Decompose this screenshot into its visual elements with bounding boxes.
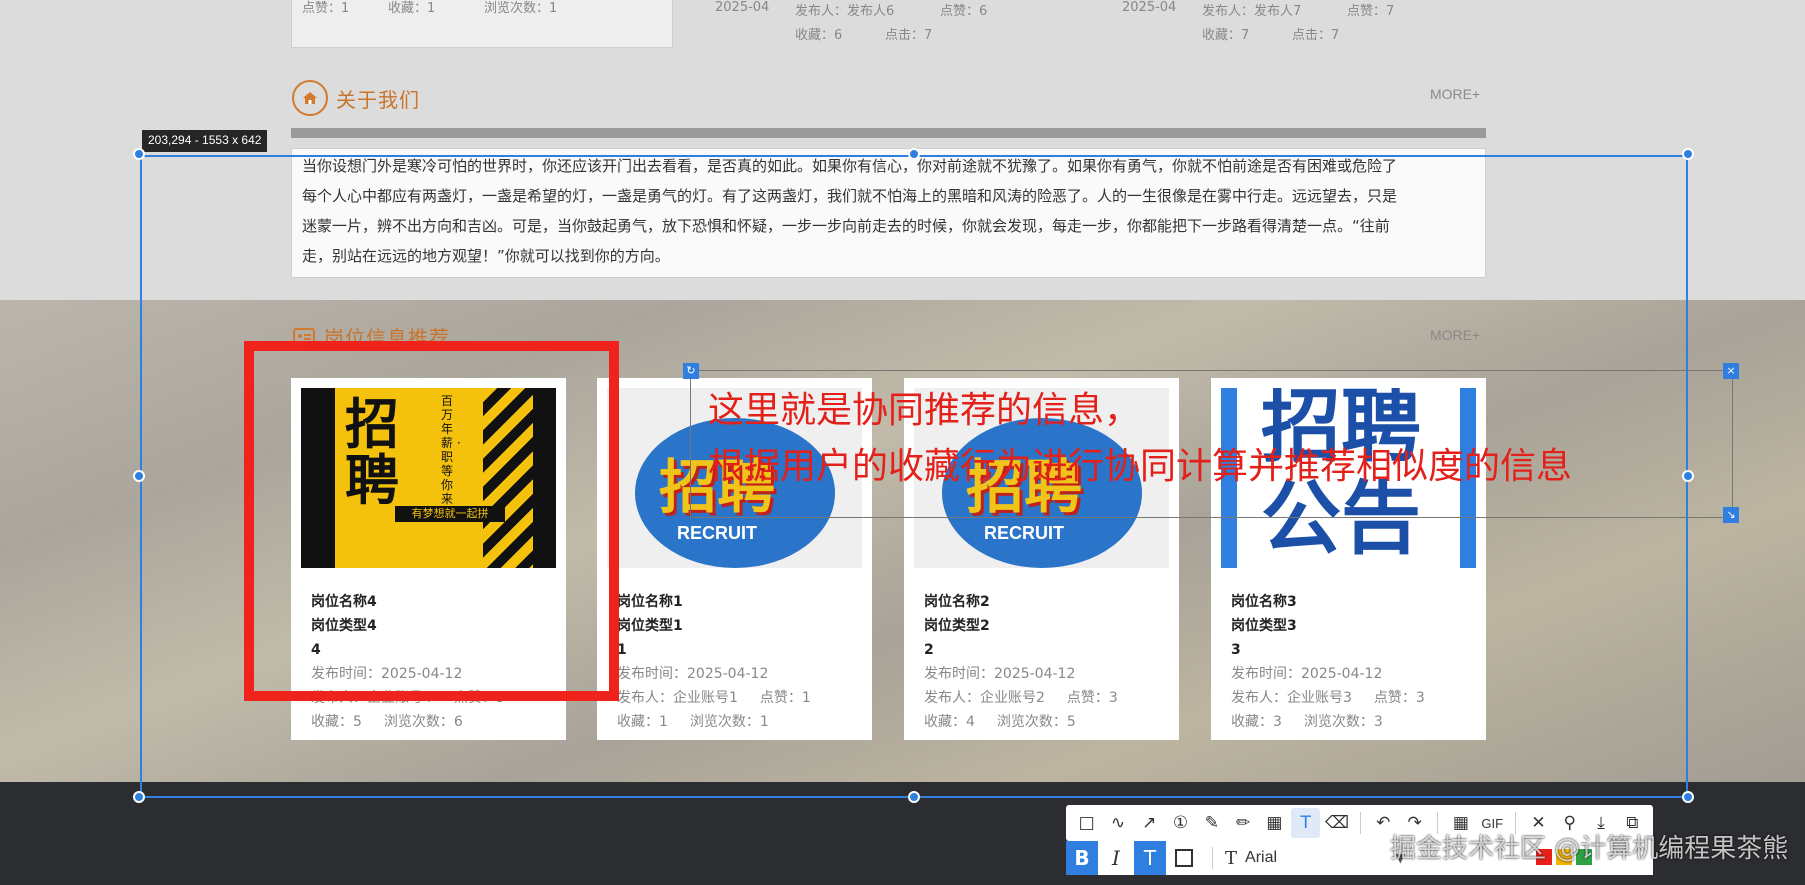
resize-handle-top-right[interactable] bbox=[1682, 148, 1694, 160]
highlight-rectangle[interactable] bbox=[244, 341, 619, 701]
rotate-icon[interactable]: ↻ bbox=[683, 363, 699, 379]
font-selector[interactable]: T Arial ▼ bbox=[1225, 848, 1405, 869]
number-icon[interactable]: ① bbox=[1166, 808, 1195, 838]
top-card-left-fav: 收藏：1 bbox=[388, 1, 436, 16]
top-card-right[interactable]: 2025-04 发布人：发布人7 点赞：7 收藏：7 点击：7 bbox=[1102, 0, 1482, 48]
top-card-right-views: 点击：7 bbox=[1292, 28, 1340, 43]
resize-corner-icon[interactable]: ↘ bbox=[1723, 507, 1739, 523]
toolbar-divider bbox=[1212, 847, 1213, 869]
about-more-link[interactable]: MORE+ bbox=[1430, 86, 1480, 102]
annotation-line-1[interactable]: 这里就是协同推荐的信息， bbox=[708, 383, 1140, 439]
arrow-icon[interactable]: ↗ bbox=[1135, 808, 1164, 838]
text-outline-button[interactable]: T bbox=[1134, 841, 1166, 875]
resize-handle-bottom[interactable] bbox=[908, 791, 920, 803]
bold-button[interactable]: B bbox=[1066, 841, 1098, 875]
home-icon bbox=[292, 80, 328, 116]
top-card-mid-date: 2025-04 bbox=[715, 0, 770, 15]
polyline-icon[interactable]: ∿ bbox=[1103, 808, 1132, 838]
capture-size-tooltip: 203,294 - 1553 x 642 bbox=[142, 130, 268, 152]
background-toggle-icon[interactable] bbox=[1168, 841, 1200, 875]
top-card-right-fav: 收藏：7 bbox=[1202, 28, 1250, 43]
toolbar-divider bbox=[1359, 812, 1361, 834]
text-tool-icon[interactable]: T bbox=[1291, 808, 1321, 838]
eraser-icon[interactable]: ⌫ bbox=[1322, 808, 1351, 838]
top-card-left[interactable]: 点赞：1 收藏：1 浏览次数：1 bbox=[291, 0, 673, 48]
top-card-right-likes: 点赞：7 bbox=[1347, 4, 1395, 19]
italic-button[interactable]: I bbox=[1100, 841, 1132, 875]
resize-handle-left[interactable] bbox=[133, 470, 145, 482]
about-section-header: 关于我们 bbox=[292, 80, 420, 116]
top-card-left-views: 浏览次数：1 bbox=[484, 1, 558, 16]
mosaic-icon[interactable]: ▦ bbox=[1260, 808, 1289, 838]
watermark: 掘金技术社区 @计算机编程果茶熊 bbox=[1390, 834, 1789, 864]
about-title: 关于我们 bbox=[336, 87, 420, 112]
top-card-right-publisher: 发布人：发布人7 bbox=[1202, 4, 1302, 19]
top-card-mid-fav: 收藏：6 bbox=[795, 28, 843, 43]
font-name: Arial bbox=[1245, 849, 1278, 866]
top-card-mid-publisher: 发布人：发布人6 bbox=[795, 4, 895, 19]
top-card-right-date: 2025-04 bbox=[1122, 0, 1177, 15]
top-card-mid-views: 点击：7 bbox=[885, 28, 933, 43]
top-card-mid-likes: 点赞：6 bbox=[940, 4, 988, 19]
shape-icon[interactable]: □ bbox=[1072, 808, 1101, 838]
resize-handle-bottom-right[interactable] bbox=[1682, 791, 1694, 803]
top-card-left-likes: 点赞：1 bbox=[302, 1, 350, 16]
close-icon[interactable]: × bbox=[1723, 363, 1739, 379]
pen-icon[interactable]: ✎ bbox=[1197, 808, 1226, 838]
about-top-bar bbox=[291, 128, 1486, 138]
marker-icon[interactable]: ✏ bbox=[1228, 808, 1257, 838]
top-card-mid[interactable]: 2025-04 发布人：发布人6 点赞：6 收藏：6 点击：7 bbox=[695, 0, 1075, 48]
resize-handle-top[interactable] bbox=[908, 148, 920, 160]
font-icon: T bbox=[1225, 847, 1238, 869]
resize-handle-bottom-left[interactable] bbox=[133, 791, 145, 803]
annotation-line-2[interactable]: 根据用户的收藏行为进行协同计算并推荐相似度的信息 bbox=[708, 439, 1572, 495]
resize-handle-top-left[interactable] bbox=[133, 148, 145, 160]
